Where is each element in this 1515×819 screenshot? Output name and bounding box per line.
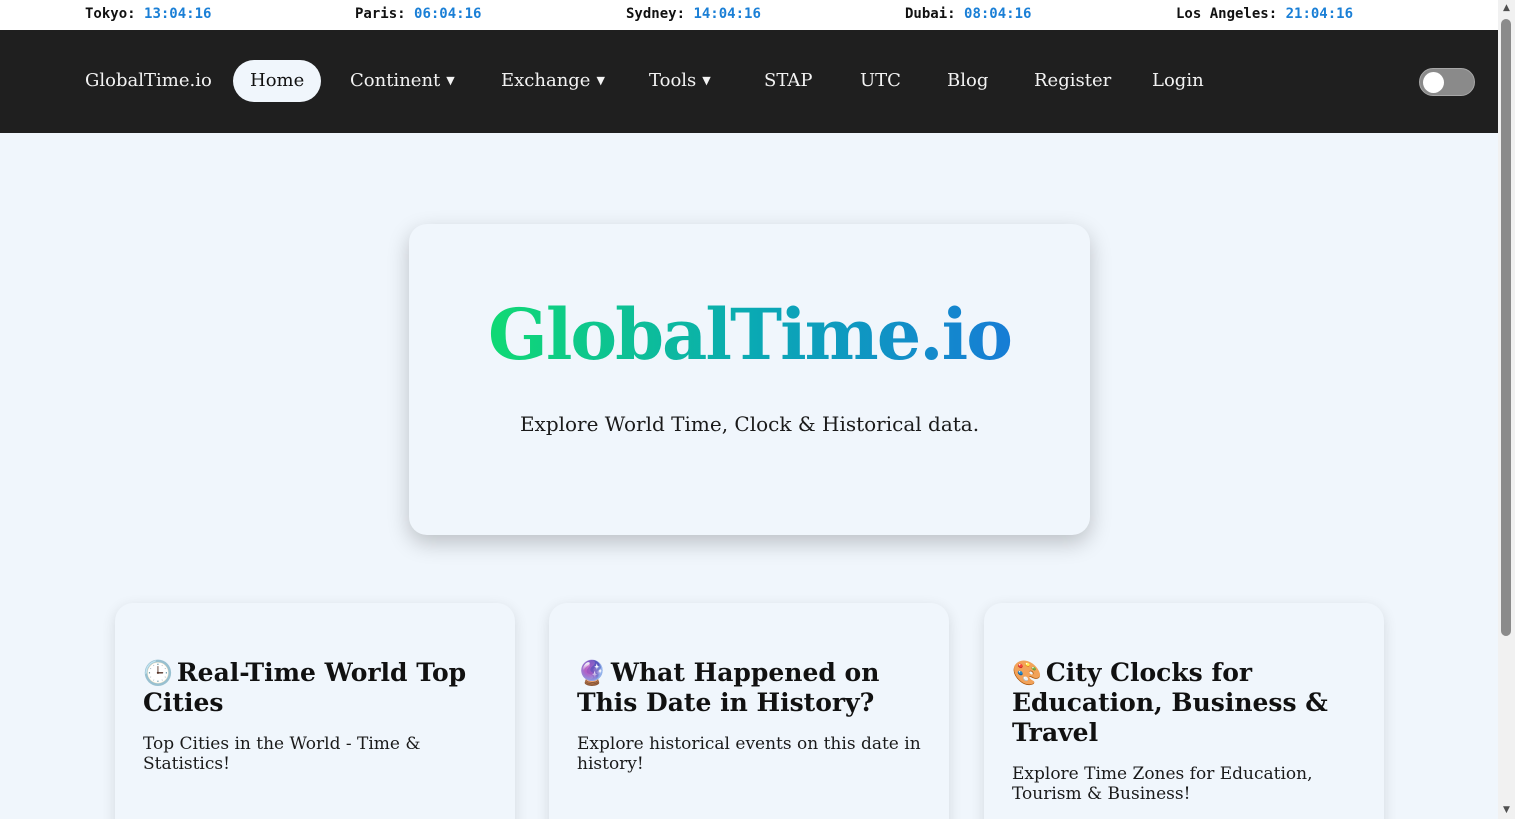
nav-login[interactable]: Login <box>1152 60 1204 102</box>
nav-utc[interactable]: UTC <box>860 60 901 102</box>
brand-link[interactable]: GlobalTime.io <box>85 60 212 102</box>
clock-time: 14:04:16 <box>693 6 761 22</box>
nav-exchange-dropdown[interactable]: Exchange ▼ <box>501 60 605 102</box>
nav-blog[interactable]: Blog <box>947 60 988 102</box>
card-title-text: City Clocks for Education, Business & Tr… <box>1012 658 1328 747</box>
clock-city: Tokyo: <box>85 6 136 22</box>
scroll-thumb[interactable] <box>1501 19 1511 636</box>
caret-down-icon: ▼ <box>446 74 455 87</box>
clock-paris: Paris: 06:04:16 <box>355 6 481 22</box>
world-clock-bar: Tokyo: 13:04:16 Paris: 06:04:16 Sydney: … <box>0 0 1498 30</box>
palette-icon: 🎨 <box>1012 658 1042 687</box>
clock-los-angeles: Los Angeles: 21:04:16 <box>1176 6 1353 22</box>
scroll-down-arrow-icon[interactable]: ▼ <box>1498 802 1515 819</box>
nav-continent-dropdown[interactable]: Continent ▼ <box>350 60 455 102</box>
nav-tools-label: Tools <box>649 70 697 91</box>
dark-mode-toggle[interactable] <box>1419 68 1475 96</box>
clock-city: Dubai: <box>905 6 956 22</box>
card-history[interactable]: 🔮 What Happened on This Date in History? … <box>549 603 949 819</box>
card-title: 🔮 What Happened on This Date in History? <box>577 658 921 718</box>
nav-register[interactable]: Register <box>1034 60 1111 102</box>
clock-time: 13:04:16 <box>144 6 212 22</box>
card-city-clocks[interactable]: 🎨 City Clocks for Education, Business & T… <box>984 603 1384 819</box>
clock-time: 21:04:16 <box>1285 6 1354 22</box>
card-top-cities[interactable]: 🕒 Real-Time World Top Cities Top Cities i… <box>115 603 515 819</box>
clock-city: Sydney: <box>626 6 686 22</box>
crystal-ball-icon: 🔮 <box>577 658 607 687</box>
card-title: 🎨 City Clocks for Education, Business & T… <box>1012 658 1356 748</box>
card-title-text: Real-Time World Top Cities <box>143 658 467 717</box>
clock-city: Paris: <box>355 6 406 22</box>
hero-subtitle: Explore World Time, Clock & Historical d… <box>519 412 980 436</box>
page-scrollbar[interactable]: ▲ ▼ <box>1498 0 1515 819</box>
nav-continent-label: Continent <box>350 70 441 91</box>
clock-city: Los Angeles: <box>1176 6 1278 22</box>
hero-card: GlobalTime.io Explore World Time, Clock … <box>409 224 1090 535</box>
card-title: 🕒 Real-Time World Top Cities <box>143 658 487 718</box>
clock-time: 06:04:16 <box>414 6 482 22</box>
toggle-knob <box>1423 72 1444 93</box>
clock-sydney: Sydney: 14:04:16 <box>626 6 761 22</box>
caret-down-icon: ▼ <box>596 74 605 87</box>
caret-down-icon: ▼ <box>702 74 711 87</box>
nav-stap[interactable]: STAP <box>764 60 812 102</box>
card-description: Explore Time Zones for Education, Touris… <box>1012 764 1313 804</box>
nav-tools-dropdown[interactable]: Tools ▼ <box>649 60 711 102</box>
card-title-text: What Happened on This Date in History? <box>577 658 880 717</box>
hero-title: GlobalTime.io <box>409 290 1090 380</box>
clock-time: 08:04:16 <box>964 6 1032 22</box>
scroll-up-arrow-icon[interactable]: ▲ <box>1498 0 1515 17</box>
nav-exchange-label: Exchange <box>501 70 591 91</box>
card-description: Top Cities in the World - Time & Statist… <box>143 734 421 774</box>
nav-home[interactable]: Home <box>233 60 322 102</box>
card-description: Explore historical events on this date i… <box>577 734 921 774</box>
main-navbar: GlobalTime.io Home Continent ▼ Exchange ▼ … <box>0 30 1498 133</box>
clock-tokyo: Tokyo: 13:04:16 <box>85 6 211 22</box>
clock-icon: 🕒 <box>143 658 173 687</box>
clock-dubai: Dubai: 08:04:16 <box>905 6 1031 22</box>
